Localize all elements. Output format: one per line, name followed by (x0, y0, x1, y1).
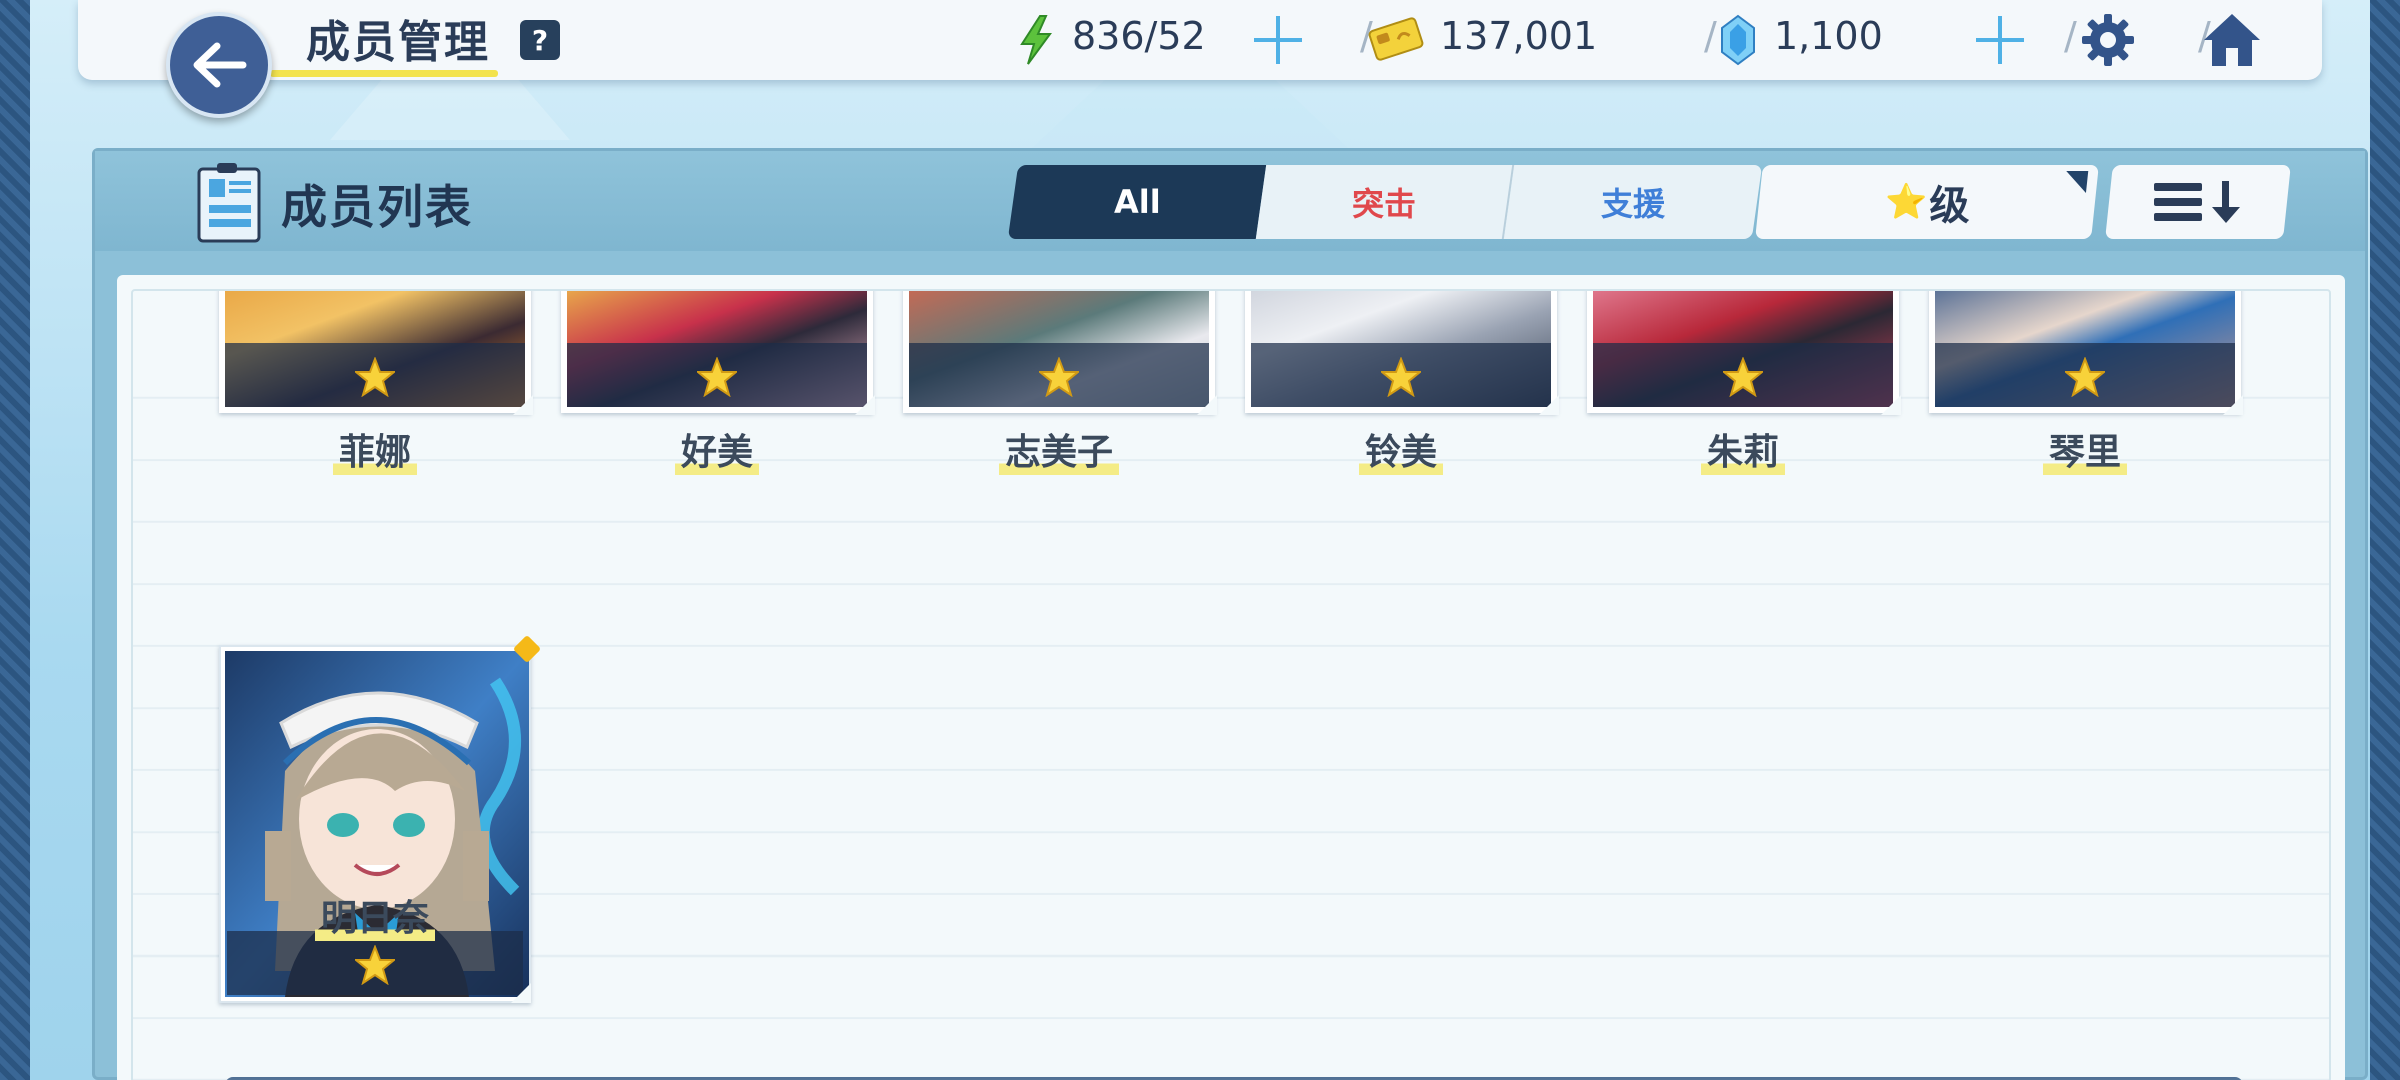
member-name-text: 铃美 (1358, 423, 1443, 475)
member-name: 菲娜 (219, 423, 531, 475)
home-icon (2204, 14, 2260, 66)
card-corner (855, 395, 875, 415)
tab-support[interactable]: 支援 (1503, 165, 1763, 239)
member-name: 朱莉 (1587, 423, 1899, 475)
member-name-text: 志美子 (998, 423, 1119, 475)
member-card[interactable] (903, 291, 1217, 415)
star-icon (1381, 357, 1421, 397)
credits-value: 137,001 (1440, 14, 1598, 58)
add-gems-button[interactable] (1976, 16, 2024, 64)
card-corner (1881, 395, 1901, 415)
member-grid[interactable]: 菲娜 好美 志美子 铃美 朱莉 琴里 明日奈 (131, 289, 2331, 1080)
home-button[interactable] (2200, 8, 2264, 72)
back-button[interactable] (166, 12, 272, 118)
star-icon (2065, 357, 2105, 397)
page-title: 成员管理 (306, 17, 490, 68)
right-border (2370, 0, 2400, 1080)
member-card[interactable] (219, 291, 533, 415)
filter-tabs: All 突击 支援 (1007, 165, 1763, 239)
settings-button[interactable] (2076, 8, 2140, 72)
member-name: 琴里 (1929, 423, 2241, 475)
separator: / (2064, 14, 2077, 58)
tab-all[interactable]: All (1007, 165, 1267, 239)
panel-title: 成员列表 (281, 180, 473, 234)
member-card[interactable] (1587, 291, 1901, 415)
title-underline (270, 70, 498, 77)
tab-label: 突击 (1351, 185, 1416, 223)
star-icon (355, 945, 395, 985)
member-name-text: 琴里 (2042, 423, 2127, 475)
stamina-bolt-icon (1020, 15, 1052, 65)
screen: / / / / 成员管理 ? 836/52 137,001 1,100 成员列表… (30, 0, 2370, 1080)
card-corner (1539, 395, 1559, 415)
tab-label: All (1113, 183, 1161, 221)
tab-striker[interactable]: 突击 (1255, 165, 1515, 239)
sort-by-button[interactable]: ⭐ 级 (1755, 165, 2099, 239)
gems-value: 1,100 (1774, 14, 1883, 58)
add-stamina-button[interactable] (1254, 16, 1302, 64)
member-name: 铃美 (1245, 423, 1557, 475)
member-list-icon (197, 163, 261, 243)
help-button[interactable]: ? (520, 20, 560, 60)
stamina-value: 836/52 (1072, 14, 1206, 58)
sort-order-button[interactable] (2105, 165, 2291, 239)
back-arrow-icon (193, 42, 247, 88)
member-name-text: 朱莉 (1700, 423, 1785, 475)
tab-label: 支援 (1600, 185, 1665, 223)
member-card[interactable] (1245, 291, 1559, 415)
member-list: 菲娜 好美 志美子 铃美 朱莉 琴里 明日奈 (117, 275, 2345, 1080)
member-name-text: 明日奈 (314, 889, 435, 941)
card-corner (2223, 395, 2243, 415)
gear-icon (2082, 14, 2134, 66)
member-name: 明日奈 (219, 889, 531, 941)
star-icon (355, 357, 395, 397)
gem-icon (1721, 14, 1755, 66)
card-corner (513, 395, 533, 415)
separator: / (1704, 14, 1717, 58)
member-name-text: 好美 (674, 423, 759, 475)
member-panel: 成员列表 All 突击 支援 ⭐ 级 菲娜 好美 志美子 铃美 朱莉 琴里 明日… (92, 148, 2368, 1080)
member-card[interactable] (219, 634, 542, 1003)
star-icon (1039, 357, 1079, 397)
star-icon: ⭐ (1884, 182, 1928, 222)
sort-label: 级 (1929, 183, 1970, 229)
star-icon (697, 357, 737, 397)
member-name: 志美子 (903, 423, 1215, 475)
member-name-text: 菲娜 (332, 423, 417, 475)
member-card[interactable] (1929, 291, 2243, 415)
credit-card-icon (1368, 17, 1424, 61)
dropdown-corner-icon (2063, 171, 2089, 193)
star-icon (1723, 357, 1763, 397)
member-card[interactable] (561, 291, 875, 415)
left-border (0, 0, 30, 1080)
member-name: 好美 (561, 423, 873, 475)
sort-order-icon (2154, 181, 2240, 223)
card-corner (511, 983, 531, 1003)
card-corner (1197, 395, 1217, 415)
